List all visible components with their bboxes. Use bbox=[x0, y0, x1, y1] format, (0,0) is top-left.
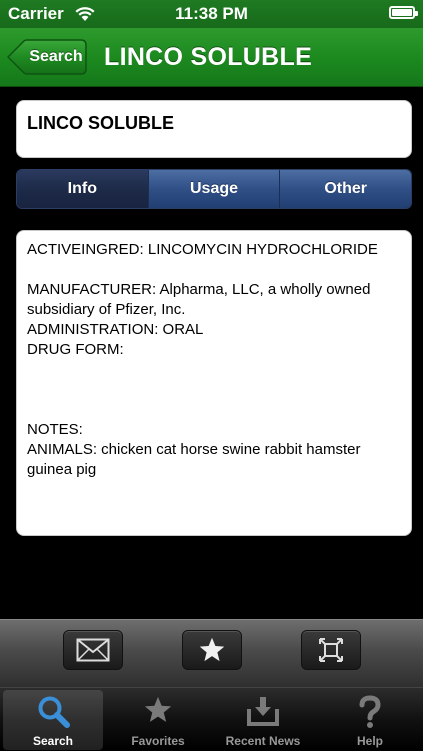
fullscreen-button[interactable] bbox=[301, 630, 361, 670]
tab-recent-news-label: Recent News bbox=[225, 734, 301, 748]
tab-favorites[interactable]: Favorites bbox=[108, 690, 208, 750]
animals: ANIMALS: chicken cat horse swine rabbit … bbox=[27, 441, 361, 478]
back-button[interactable]: Search bbox=[7, 39, 87, 75]
page-title: LINCO SOLUBLE bbox=[104, 43, 313, 71]
drug-info-card: ACTIVEINGRED: LINCOMYCIN HYDROCHLORIDE M… bbox=[16, 230, 412, 536]
segment-usage[interactable]: Usage bbox=[147, 170, 280, 208]
status-time: 11:38 PM bbox=[175, 4, 248, 23]
tab-search[interactable]: Search bbox=[3, 690, 103, 750]
drug-form: DRUG FORM: bbox=[27, 341, 124, 358]
notes: NOTES: bbox=[27, 421, 83, 438]
fullscreen-icon bbox=[319, 638, 343, 662]
back-button-label: Search bbox=[29, 48, 83, 65]
segmented-control: Info Usage Other bbox=[16, 169, 412, 209]
tab-help[interactable]: Help bbox=[320, 690, 420, 750]
segment-info[interactable]: Info bbox=[17, 170, 148, 208]
bottom-toolbar bbox=[0, 619, 423, 688]
download-tray-icon bbox=[247, 697, 279, 726]
favorite-button[interactable] bbox=[182, 630, 242, 670]
tab-help-label: Help bbox=[356, 734, 383, 748]
administration: ADMINISTRATION: ORAL bbox=[27, 321, 204, 338]
star-icon bbox=[144, 696, 172, 722]
envelope-icon bbox=[76, 638, 110, 662]
manufacturer: MANUFACTURER: Alpharma, LLC, a wholly ow… bbox=[27, 281, 371, 318]
tab-search-label: Search bbox=[32, 734, 74, 748]
email-button[interactable] bbox=[63, 630, 123, 670]
magnifier-icon bbox=[38, 696, 70, 728]
drug-title-card: LINCO SOLUBLE bbox=[16, 100, 412, 158]
tab-bar: Search Favorites Recent News Help bbox=[0, 687, 423, 751]
status-bar: Carrier 11:38 PM bbox=[0, 0, 423, 28]
segment-other[interactable]: Other bbox=[279, 170, 411, 208]
question-icon bbox=[359, 695, 381, 728]
tab-favorites-label: Favorites bbox=[131, 734, 185, 748]
drug-name: LINCO SOLUBLE bbox=[27, 113, 174, 133]
battery-icon bbox=[389, 6, 418, 19]
active-ingredient: ACTIVEINGRED: LINCOMYCIN HYDROCHLORIDE bbox=[27, 241, 378, 258]
star-icon bbox=[199, 637, 225, 662]
tab-recent-news[interactable]: Recent News bbox=[213, 690, 313, 750]
navigation-bar: Search LINCO SOLUBLE bbox=[0, 28, 423, 87]
